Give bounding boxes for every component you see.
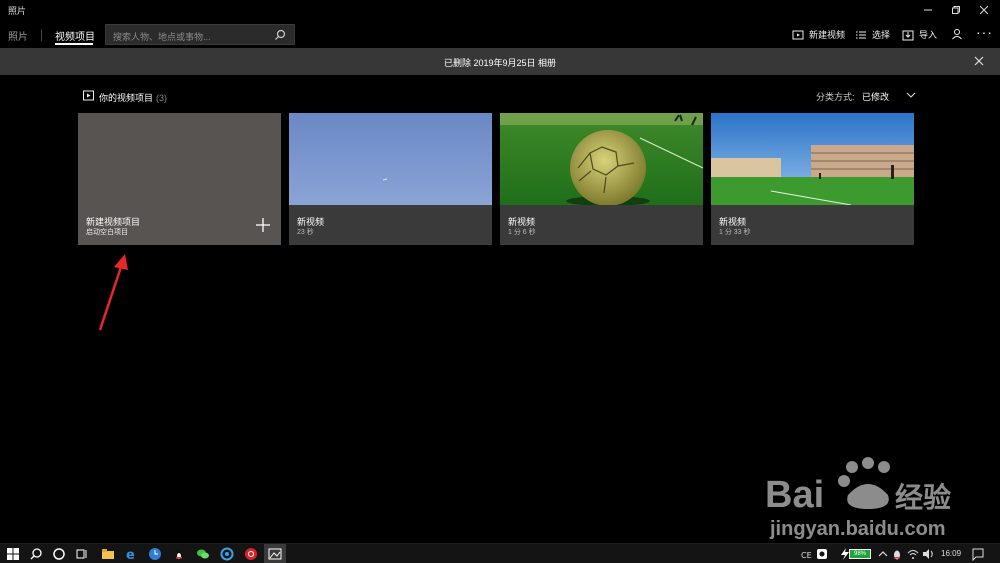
import-label: 导入 xyxy=(919,30,938,40)
wifi-icon[interactable] xyxy=(906,547,920,561)
battery-indicator[interactable]: 98% xyxy=(849,549,871,559)
sort-label: 分类方式: xyxy=(816,92,855,102)
import-button[interactable]: 导入 xyxy=(902,28,937,41)
close-window-button[interactable] xyxy=(970,0,998,20)
clock-app-icon[interactable] xyxy=(148,547,162,561)
new-video-label: 新建视频 xyxy=(809,30,846,40)
select-list-icon xyxy=(856,31,866,38)
tab-photos[interactable]: 照片 xyxy=(8,28,28,43)
watermark-url: jingyan.baidu.com xyxy=(770,518,946,540)
section-title-text: 你的视频项目 xyxy=(99,93,154,103)
notification-banner: 已删除 2019年9月25日 相册 xyxy=(0,48,1000,75)
cortana-icon[interactable] xyxy=(52,547,66,561)
nav-bar: 照片 视频项目 搜索人物、地点或事物... 新建视频 选择 导入 ··· xyxy=(0,20,1000,48)
account-button[interactable] xyxy=(951,28,968,40)
minimize-button[interactable] xyxy=(914,0,942,20)
task-view-icon[interactable] xyxy=(75,547,89,561)
more-button[interactable]: ··· xyxy=(976,24,993,40)
svg-text:CE: CE xyxy=(801,551,812,560)
search-input[interactable]: 搜索人物、地点或事物... xyxy=(105,24,295,45)
browser-app-icon[interactable] xyxy=(220,547,234,561)
new-video-project-card[interactable]: 新建视频项目 启动空白项目 xyxy=(78,113,281,245)
annotation-arrow xyxy=(98,254,128,331)
qq-tray-icon[interactable] xyxy=(890,547,904,561)
tab-video-projects[interactable]: 视频项目 xyxy=(55,28,95,43)
start-windows-icon[interactable] xyxy=(6,547,20,561)
soccer-ball-thumbnail xyxy=(500,113,703,205)
card-duration: 1 分 6 秒 xyxy=(508,229,536,236)
minimize-icon xyxy=(924,9,932,11)
file-explorer-icon[interactable] xyxy=(101,547,115,561)
video-project-card[interactable]: 新视频 23 秒 xyxy=(289,113,492,245)
qq-penguin-icon[interactable] xyxy=(172,547,186,561)
chevron-down-icon[interactable] xyxy=(906,90,916,100)
select-button[interactable]: 选择 xyxy=(855,28,890,41)
svg-text:经验: 经验 xyxy=(895,481,951,514)
nav-divider xyxy=(41,29,42,41)
windows-taskbar: e CE 98% 16:09 xyxy=(0,543,1000,563)
app-title: 照片 xyxy=(8,6,27,16)
person-icon xyxy=(952,29,962,40)
video-project-card[interactable]: 新视频 1 分 6 秒 xyxy=(500,113,703,245)
title-bar: 照片 xyxy=(0,0,1000,20)
banner-close-icon[interactable] xyxy=(972,54,986,68)
taskbar-clock[interactable]: 16:09 xyxy=(941,549,961,558)
banner-message: 已删除 2019年9月25日 相册 xyxy=(443,58,557,68)
input-method-icon[interactable]: CE xyxy=(800,547,814,561)
video-project-card[interactable]: 新视频 1 分 33 秒 xyxy=(711,113,914,245)
section-title: 你的视频项目 (3) xyxy=(99,91,167,104)
sky-thumbnail xyxy=(289,113,492,205)
sort-dropdown[interactable]: 已修改 xyxy=(862,90,889,103)
card-duration: 23 秒 xyxy=(297,229,314,236)
restore-icon xyxy=(952,6,960,14)
select-label: 选择 xyxy=(872,30,891,40)
search-icon[interactable] xyxy=(274,29,286,41)
new-video-button[interactable]: 新建视频 xyxy=(792,28,845,41)
action-center-icon[interactable] xyxy=(971,547,985,561)
security-app-icon[interactable] xyxy=(815,547,829,561)
volume-icon[interactable] xyxy=(921,547,935,561)
photos-app-icon[interactable] xyxy=(268,547,282,561)
search-placeholder: 搜索人物、地点或事物... xyxy=(113,32,211,42)
card-subtitle: 启动空白项目 xyxy=(86,229,128,236)
wechat-icon[interactable] xyxy=(196,547,210,561)
restore-button[interactable] xyxy=(942,0,970,20)
import-icon xyxy=(902,30,914,40)
video-project-icon xyxy=(83,90,94,101)
search-icon[interactable] xyxy=(29,547,43,561)
svg-text:Bai: Bai xyxy=(765,474,824,516)
active-tab-indicator xyxy=(55,43,93,45)
close-icon xyxy=(979,5,989,15)
campus-field-thumbnail xyxy=(711,113,914,205)
new-video-icon xyxy=(792,30,804,39)
project-count: (3) xyxy=(156,93,168,103)
chevron-up-icon[interactable] xyxy=(876,547,890,561)
edge-browser-icon[interactable]: e xyxy=(124,547,138,561)
svg-text:e: e xyxy=(126,548,135,561)
netease-music-icon[interactable] xyxy=(244,547,258,561)
plus-icon xyxy=(256,218,270,232)
card-duration: 1 分 33 秒 xyxy=(719,229,751,236)
